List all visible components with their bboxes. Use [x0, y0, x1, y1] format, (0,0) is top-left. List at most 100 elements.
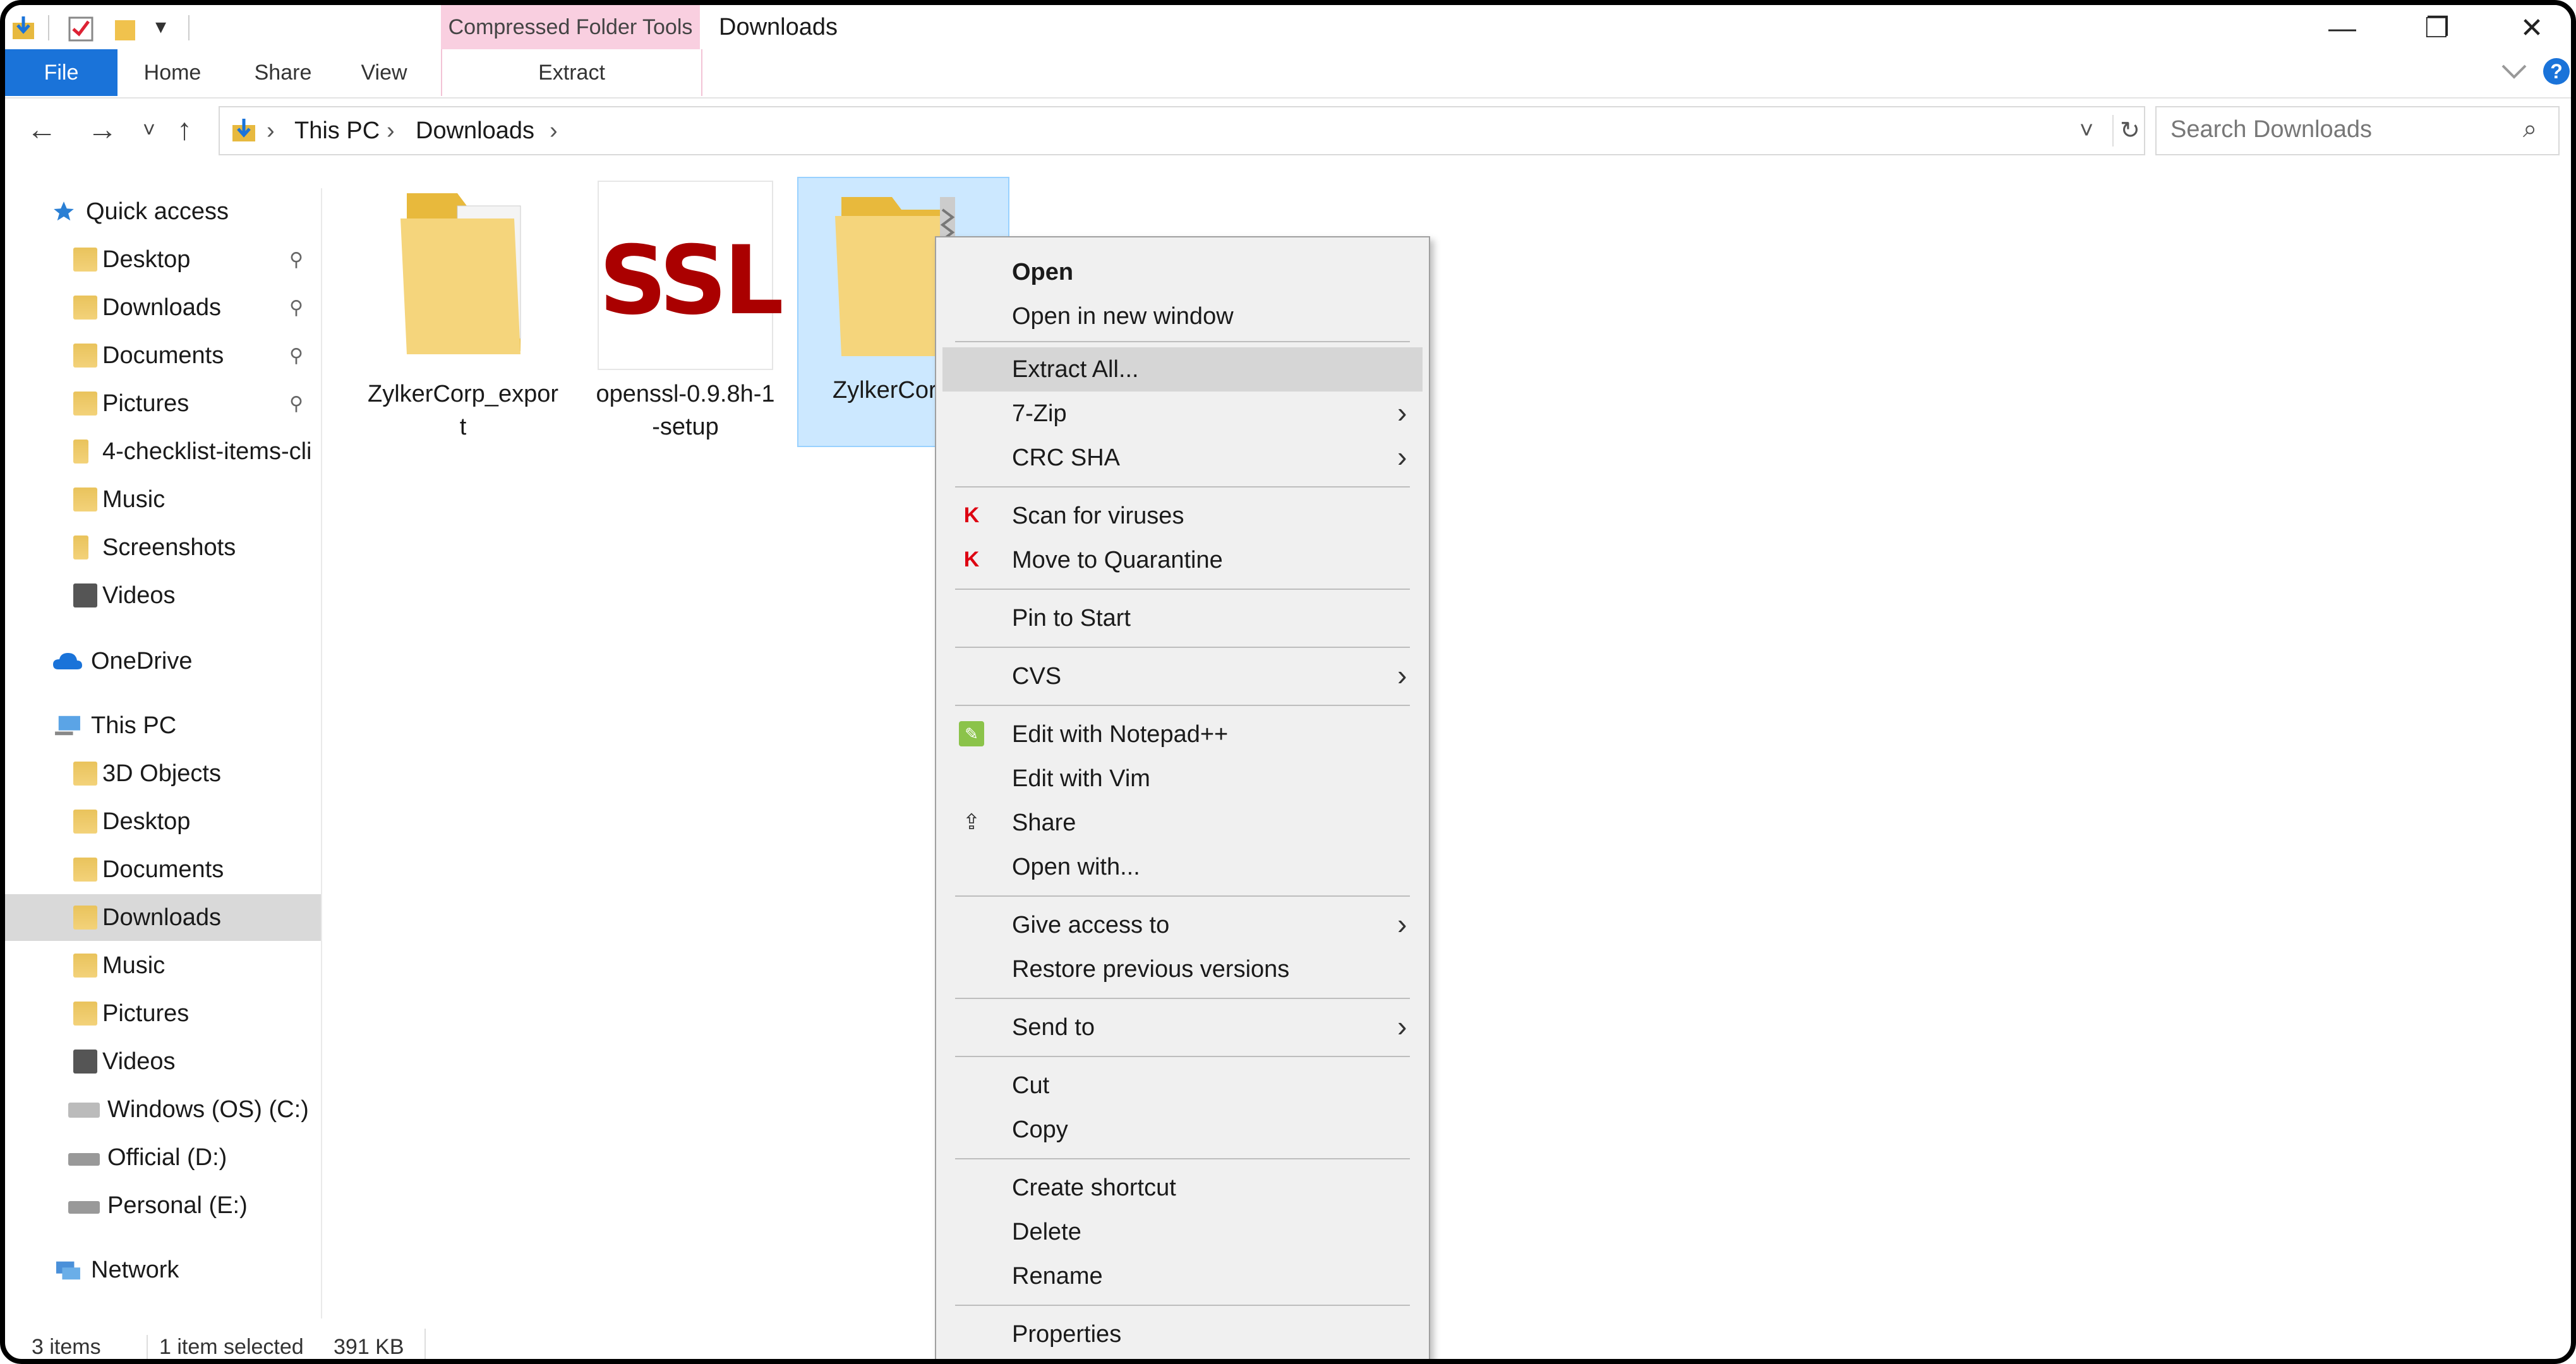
tab-file[interactable]: File — [5, 49, 117, 96]
menu-item-open-new-window[interactable]: Open in new window — [942, 294, 1423, 338]
search-icon[interactable]: ⌕ — [2523, 115, 2537, 143]
folder-icon — [400, 193, 521, 354]
breadcrumb-downloads[interactable]: Downloads — [416, 115, 534, 147]
menu-item-create-shortcut[interactable]: Create shortcut — [942, 1166, 1423, 1210]
sidebar-item-drive-c[interactable]: Windows (OS) (C:) — [5, 1086, 321, 1133]
menu-item-send-to[interactable]: Send to › — [942, 1005, 1423, 1050]
sidebar-item-pictures[interactable]: Pictures ⚲ — [5, 380, 321, 427]
share-icon: ⇪ — [962, 810, 981, 834]
sidebar-item-this-pc[interactable]: This PC — [5, 702, 321, 749]
back-button[interactable]: ← — [27, 115, 57, 145]
menu-item-restore-versions[interactable]: Restore previous versions — [942, 947, 1423, 991]
up-button[interactable]: ↑ — [177, 115, 192, 145]
menu-item-scan-viruses[interactable]: K Scan for viruses — [942, 494, 1423, 538]
tab-home[interactable]: Home — [131, 49, 214, 96]
menu-item-edit-vim[interactable]: Edit with Vim — [942, 757, 1423, 801]
menu-item-open-with[interactable]: Open with... — [942, 845, 1423, 889]
status-divider — [424, 1329, 426, 1359]
ssl-logo-text: SSL — [599, 226, 784, 336]
help-button[interactable]: ? — [2543, 58, 2570, 85]
sidebar-item-label: Screenshots — [102, 534, 236, 561]
star-icon — [54, 201, 74, 221]
context-menu: Open Open in new window Extract All... 7… — [935, 236, 1430, 1359]
file-item-openssl[interactable]: SSL openssl-0.9.8h-1 -setup — [587, 181, 784, 446]
sidebar-item-label: Pictures — [102, 1000, 190, 1027]
restore-button[interactable]: ❐ — [2399, 5, 2475, 52]
contextual-group-label: Compressed Folder Tools — [448, 15, 693, 39]
breadcrumb-this-pc[interactable]: This PC — [294, 115, 380, 147]
videos-folder-icon — [73, 583, 97, 607]
submenu-arrow-icon: › — [1397, 1010, 1407, 1043]
menu-item-share[interactable]: ⇪ Share — [942, 801, 1423, 845]
sidebar-item-checklist[interactable]: 4-checklist-items-cli — [5, 428, 321, 475]
sidebar-item-pc-videos[interactable]: Videos — [5, 1038, 321, 1085]
sidebar-item-label: Music — [102, 952, 166, 979]
selection-size: 391 KB — [334, 1335, 404, 1359]
address-dropdown-icon[interactable]: ˅ — [2079, 115, 2093, 147]
sidebar-item-screenshots[interactable]: Screenshots — [5, 524, 321, 571]
sidebar-item-3d-objects[interactable]: 3D Objects — [5, 750, 321, 797]
menu-item-pin-start[interactable]: Pin to Start — [942, 596, 1423, 640]
documents-folder-icon — [73, 344, 97, 368]
sidebar-item-pc-music[interactable]: Music — [5, 942, 321, 989]
menu-item-label: 7-Zip — [1012, 400, 1067, 427]
new-folder-icon[interactable] — [111, 14, 141, 44]
documents-folder-icon — [73, 858, 97, 882]
sidebar-item-music[interactable]: Music — [5, 476, 321, 523]
tab-share[interactable]: Share — [239, 49, 327, 96]
sidebar-item-onedrive[interactable]: OneDrive — [5, 638, 321, 685]
3d-objects-folder-icon — [73, 762, 97, 786]
menu-item-rename[interactable]: Rename — [942, 1254, 1423, 1298]
menu-item-cvs[interactable]: CVS › — [942, 654, 1423, 698]
sidebar-item-pc-downloads[interactable]: Downloads — [5, 894, 321, 941]
folder-icon — [73, 248, 97, 272]
menu-item-delete[interactable]: Delete — [942, 1210, 1423, 1254]
sidebar-item-videos[interactable]: Videos — [5, 572, 321, 619]
sidebar-item-desktop[interactable]: Desktop ⚲ — [5, 236, 321, 283]
menu-item-cut[interactable]: Cut — [942, 1063, 1423, 1108]
drive-icon — [68, 1103, 100, 1118]
menu-item-give-access[interactable]: Give access to › — [942, 903, 1423, 947]
sidebar-item-pc-pictures[interactable]: Pictures — [5, 990, 321, 1037]
menu-item-label: CRC SHA — [1012, 445, 1121, 471]
sidebar-item-pc-documents[interactable]: Documents — [5, 846, 321, 893]
properties-icon[interactable] — [66, 14, 96, 44]
item-count: 3 items — [32, 1335, 101, 1359]
menu-item-crc-sha[interactable]: CRC SHA › — [942, 436, 1423, 480]
recent-locations-button[interactable]: ˅ — [143, 115, 155, 145]
sidebar-item-label: 3D Objects — [102, 760, 221, 787]
sidebar-item-quick-access[interactable]: Quick access — [5, 188, 321, 235]
menu-item-extract-all[interactable]: Extract All... — [942, 347, 1423, 392]
breadcrumb-separator: › — [387, 117, 395, 144]
tab-extract[interactable]: Extract — [441, 49, 702, 96]
refresh-icon[interactable]: ↻ — [2112, 115, 2140, 147]
sidebar-item-drive-d[interactable]: Official (D:) — [5, 1134, 321, 1181]
expand-ribbon-button[interactable] — [2500, 61, 2528, 87]
menu-item-label: Edit with Notepad++ — [1012, 721, 1229, 748]
tab-view[interactable]: View — [346, 49, 422, 96]
minimize-button[interactable]: — — [2304, 5, 2380, 52]
notepad-plus-plus-icon: ✎ — [959, 721, 984, 746]
search-box[interactable]: Search Downloads ⌕ — [2155, 106, 2560, 155]
file-item-folder[interactable]: ZylkerCorp_expor t — [365, 181, 561, 446]
quick-access-toolbar-icon[interactable] — [9, 14, 39, 44]
menu-item-label: Open with... — [1012, 854, 1140, 880]
menu-item-label: Restore previous versions — [1012, 956, 1290, 983]
menu-item-notepad-plus[interactable]: ✎ Edit with Notepad++ — [942, 712, 1423, 757]
sidebar-item-pc-desktop[interactable]: Desktop — [5, 798, 321, 845]
sidebar-item-drive-e[interactable]: Personal (E:) — [5, 1182, 321, 1229]
sidebar-item-network[interactable]: Network — [5, 1247, 321, 1293]
folder-icon — [73, 440, 88, 464]
menu-item-copy[interactable]: Copy — [942, 1108, 1423, 1152]
close-button[interactable]: ✕ — [2494, 5, 2570, 52]
sidebar-item-downloads[interactable]: Downloads ⚲ — [5, 284, 321, 331]
sidebar-item-documents[interactable]: Documents ⚲ — [5, 332, 321, 379]
customize-qat-icon[interactable]: ▾ — [155, 14, 166, 39]
menu-item-7zip[interactable]: 7-Zip › — [942, 392, 1423, 436]
forward-button[interactable]: → — [87, 115, 117, 145]
menu-item-quarantine[interactable]: K Move to Quarantine — [942, 538, 1423, 582]
file-name: ZylkerCorp_expor t — [368, 381, 558, 440]
menu-item-open[interactable]: Open — [942, 250, 1423, 294]
search-input[interactable]: Search Downloads — [2170, 116, 2372, 143]
address-bar[interactable]: › This PC › Downloads › ˅ ↻ — [219, 106, 2145, 155]
